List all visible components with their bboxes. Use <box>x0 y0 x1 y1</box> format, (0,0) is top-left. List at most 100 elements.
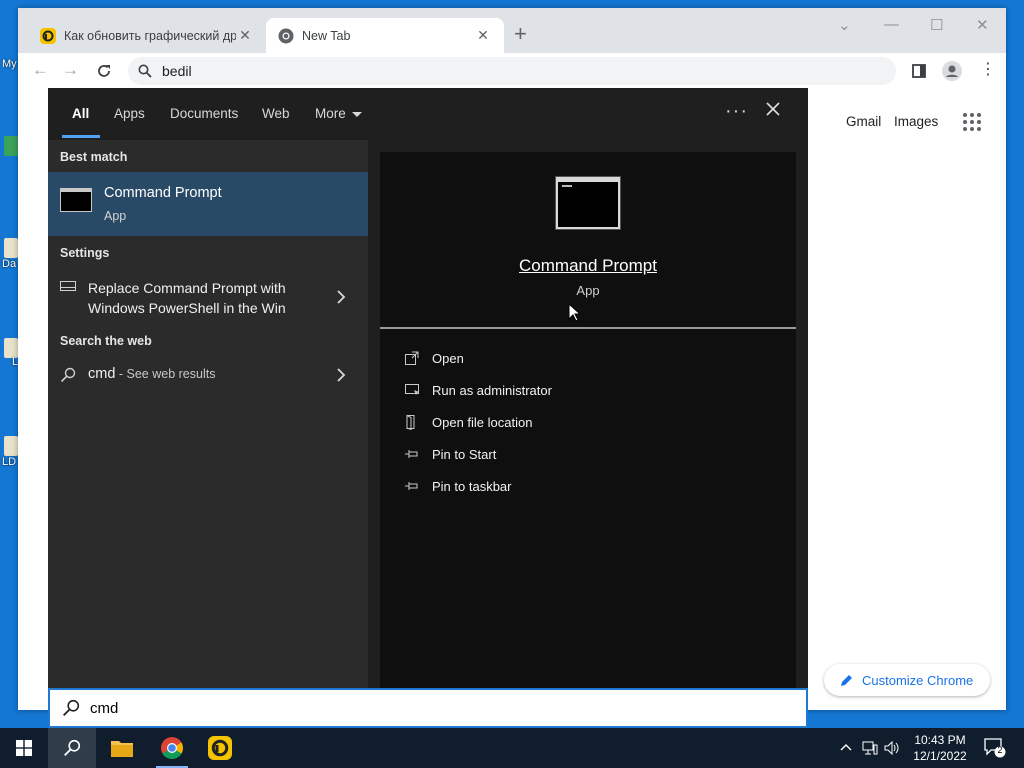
action-pin-to-start[interactable]: Pin to Start <box>404 444 496 464</box>
settings-heading: Settings <box>60 246 110 260</box>
more-options-icon[interactable]: ··· <box>725 100 748 123</box>
desktop-icon-label[interactable]: Da <box>2 258 16 270</box>
action-label: Open <box>432 350 464 366</box>
action-pin-to-taskbar[interactable]: Pin to taskbar <box>404 476 512 496</box>
ld-player-taskbar-button[interactable] <box>196 728 244 768</box>
chevron-down-icon <box>351 111 362 117</box>
search-web-heading: Search the web <box>60 334 152 348</box>
close-icon[interactable]: ✕ <box>976 16 989 34</box>
address-bar[interactable]: bedil <box>128 57 896 85</box>
desktop-icon[interactable] <box>4 436 18 456</box>
pin-icon <box>405 482 418 490</box>
menu-icon[interactable]: ⋮ <box>980 59 996 79</box>
profile-avatar-icon[interactable] <box>942 61 962 81</box>
chrome-taskbar-button[interactable] <box>148 728 196 768</box>
folder-icon <box>111 741 133 757</box>
close-icon[interactable] <box>766 102 780 116</box>
forward-icon[interactable]: → <box>62 60 79 80</box>
show-hidden-icons-icon[interactable] <box>840 743 852 751</box>
search-icon <box>60 367 76 383</box>
preview-type: App <box>576 283 600 298</box>
scope-tab-more[interactable]: More <box>315 106 362 121</box>
tab-strip: Как обновить графический драйвер ✕ New T… <box>18 8 1006 53</box>
side-panel-icon[interactable] <box>912 64 926 78</box>
volume-icon[interactable] <box>884 741 900 755</box>
search-scope-bar: All Apps Documents Web More ··· <box>48 88 808 140</box>
command-prompt-icon <box>556 177 620 229</box>
new-tab-button[interactable]: + <box>514 23 527 45</box>
tab-search-icon[interactable]: ⌄ <box>838 16 851 34</box>
desktop-icon-label[interactable]: LD <box>2 456 16 468</box>
minimize-icon[interactable]: — <box>884 16 899 33</box>
clock-time: 10:43 PM <box>914 733 966 747</box>
tab-title: New Tab <box>302 28 351 43</box>
tab-close-icon[interactable]: ✕ <box>236 27 254 44</box>
maximize-icon[interactable]: ☐ <box>930 16 943 34</box>
best-match-result[interactable]: Command Prompt App <box>48 172 368 236</box>
scope-tab-all[interactable]: All <box>72 106 89 121</box>
scope-active-indicator <box>62 135 100 138</box>
best-match-heading: Best match <box>60 150 128 164</box>
file-explorer-button[interactable] <box>98 728 146 768</box>
desktop-icon[interactable] <box>4 136 18 156</box>
pin-icon <box>405 450 418 458</box>
chevron-right-icon[interactable] <box>337 368 346 382</box>
preview-divider <box>380 327 796 329</box>
notification-center-button[interactable]: 2 <box>984 738 1006 761</box>
action-open[interactable]: Open <box>404 348 464 368</box>
google-apps-icon[interactable] <box>963 113 981 131</box>
action-run-as-admin[interactable]: Run as administrator <box>404 380 552 400</box>
action-label: Pin to taskbar <box>432 478 512 494</box>
clock-date: 12/1/2022 <box>913 749 967 763</box>
result-name: Command Prompt <box>104 185 222 201</box>
desktop-icon[interactable] <box>4 338 18 358</box>
browser-toolbar: ← → bedil ⋮ <box>18 53 1006 89</box>
shield-icon <box>405 384 419 395</box>
scope-more-label: More <box>315 106 346 121</box>
tab-inactive[interactable]: Как обновить графический драйвер ✕ <box>28 18 266 53</box>
preview-pane: Command Prompt App Open Run as administr… <box>380 152 796 688</box>
images-link[interactable]: Images <box>894 114 938 129</box>
taskbar: 10:43 PM 12/1/2022 2 <box>0 728 1024 768</box>
scope-tab-documents[interactable]: Documents <box>170 106 238 121</box>
taskbar-search-button[interactable] <box>48 728 96 768</box>
web-search-result[interactable]: cmd - See web results <box>88 366 215 382</box>
web-query: cmd <box>88 366 116 382</box>
desktop-icon[interactable] <box>4 238 18 258</box>
chrome-icon <box>161 737 183 759</box>
gmail-link[interactable]: Gmail <box>846 114 881 129</box>
chevron-right-icon[interactable] <box>337 290 346 304</box>
action-open-file-location[interactable]: Open file location <box>404 412 532 432</box>
start-button[interactable] <box>0 728 48 768</box>
ld-player-icon <box>208 736 232 760</box>
system-clock[interactable]: 10:43 PM 12/1/2022 <box>905 732 975 764</box>
scope-tab-apps[interactable]: Apps <box>114 106 145 121</box>
web-results-hint: - See web results <box>115 367 216 381</box>
windows-logo-icon <box>16 740 32 756</box>
customize-label: Customize Chrome <box>862 672 974 688</box>
search-icon <box>63 699 80 716</box>
back-icon[interactable]: ← <box>32 60 49 80</box>
results-list: Best match Command Prompt App Settings R… <box>48 140 368 688</box>
notification-count: 2 <box>997 745 1003 755</box>
customize-chrome-button[interactable]: Customize Chrome <box>824 664 990 696</box>
result-type: App <box>104 209 127 223</box>
tab-close-icon[interactable]: ✕ <box>474 27 492 44</box>
desktop-icon-label[interactable]: My <box>2 58 17 70</box>
scope-tab-web[interactable]: Web <box>262 106 290 121</box>
network-icon[interactable] <box>862 741 878 755</box>
search-input[interactable] <box>90 699 690 717</box>
search-icon <box>64 739 81 756</box>
pencil-icon <box>841 675 852 686</box>
tab-active[interactable]: New Tab ✕ <box>266 18 504 53</box>
search-box[interactable] <box>48 688 808 728</box>
settings-result[interactable]: Replace Command Prompt with Windows Powe… <box>88 278 318 318</box>
ld-player-icon <box>40 27 56 44</box>
windows-search-panel: All Apps Documents Web More ··· Best mat… <box>48 88 808 688</box>
preview-title[interactable]: Command Prompt <box>380 256 796 276</box>
search-icon <box>138 64 152 78</box>
chrome-icon <box>278 28 294 43</box>
mouse-cursor-icon <box>568 303 580 322</box>
reload-icon[interactable] <box>96 63 112 79</box>
command-prompt-icon <box>60 188 92 212</box>
